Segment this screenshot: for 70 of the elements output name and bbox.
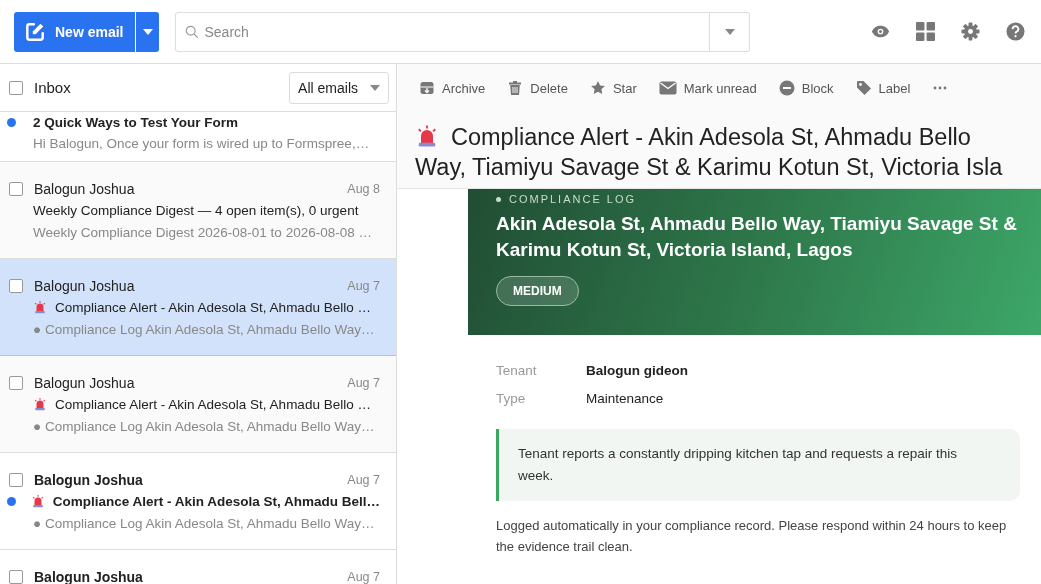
email-checkbox[interactable] bbox=[9, 473, 23, 487]
email-preview: Weekly Compliance Digest 2026-08-01 to 2026-08-08 … bbox=[33, 224, 372, 240]
caret-icon bbox=[370, 84, 380, 91]
field-value: Maintenance bbox=[586, 391, 665, 406]
siren-icon bbox=[30, 494, 45, 508]
footer-text: Logged automatically in your compliance record. Please respond within 24 hours to keep the evidence trail clean. bbox=[496, 517, 1008, 556]
banner-heading: Akin Adesola St, Ahmadu Bello Way, Tiamiyu Savage St & Karimu Kotun St, Victoria Island, Lagos bbox=[496, 212, 1018, 262]
field-label: Tenant bbox=[496, 363, 538, 378]
email-date: Aug 7 bbox=[347, 473, 380, 487]
settings-icon[interactable] bbox=[961, 22, 980, 41]
email-subject: Weekly Compliance Digest — 4 open item(s), 0 urgent bbox=[33, 202, 359, 218]
bullet-icon bbox=[496, 196, 501, 202]
email-list-item[interactable]: Balogun Joshua Aug 8 Weekly Compliance Digest — 4 open item(s), 0 urgent Weekly Compliance Digest 2026-08-01 to 2026-08-08 … bbox=[0, 162, 396, 259]
caret-icon bbox=[143, 28, 153, 35]
sender-name: Balogun Joshua bbox=[34, 181, 135, 197]
grid-icon[interactable] bbox=[916, 22, 935, 41]
block-icon bbox=[778, 80, 795, 96]
help-icon[interactable] bbox=[1006, 22, 1025, 41]
email-subject: Compliance Alert - Akin Adesola St, Ahmadu Bello … bbox=[55, 299, 371, 315]
email-preview: Hi Balogun, Once your form is wired up to Formspree,… bbox=[33, 135, 370, 151]
email-preview: ● Compliance Log Akin Adesola St, Ahmadu Bello Way… bbox=[33, 418, 375, 434]
block-button[interactable]: Block bbox=[778, 80, 834, 96]
email-checkbox[interactable] bbox=[9, 279, 23, 293]
archive-button[interactable]: Archive bbox=[419, 80, 486, 96]
unread-button[interactable]: Mark unread bbox=[658, 80, 757, 96]
email-list-item[interactable]: Balogun Joshua Aug 7 Compliance Alert - Akin Adesola St, Ahmadu Bello … ● Compliance Log Akin Adesola St, Ahmadu Bello Way… bbox=[0, 259, 396, 356]
banner-eyebrow: COMPLIANCE LOG bbox=[509, 193, 637, 205]
archive-icon bbox=[419, 80, 435, 96]
caret-icon bbox=[725, 28, 735, 35]
email-date: Aug 7 bbox=[347, 570, 380, 584]
trash-icon bbox=[507, 80, 524, 96]
email-list-item[interactable]: Balogun Joshua Aug 7 Compliance Alert - Akin Adesola St, Ahmadu Bello … ● Compliance Log Akin Adesola St, Ahmadu Bello Way… bbox=[0, 356, 396, 453]
email-title: Compliance Alert - Akin Adesola St, Ahmadu Bello Way, Tiamiyu Savage St & Karimu Kotun St, Victoria Isla bbox=[415, 123, 1004, 182]
label-button[interactable]: Label bbox=[855, 80, 911, 96]
email-date: Aug 8 bbox=[347, 182, 380, 196]
severity-badge: MEDIUM bbox=[496, 276, 579, 306]
filter-dropdown[interactable]: All emails bbox=[289, 71, 389, 104]
new-email-button[interactable]: New email bbox=[14, 11, 136, 52]
email-checkbox[interactable] bbox=[9, 570, 23, 584]
sender-name: Balogun Joshua bbox=[34, 375, 135, 391]
siren-icon bbox=[33, 300, 47, 314]
email-checkbox[interactable] bbox=[9, 376, 23, 390]
email-subject: Compliance Alert - Akin Adesola St, Ahmadu Bello … bbox=[55, 396, 371, 412]
siren-icon bbox=[415, 124, 439, 148]
field-value: Balogun gideon bbox=[586, 363, 689, 378]
delete-button[interactable]: Delete bbox=[507, 80, 568, 96]
email-date: Aug 7 bbox=[347, 279, 380, 293]
email-checkbox[interactable] bbox=[9, 182, 23, 196]
note-text: Tenant reports a constantly dripping kitchen tap and requests a repair this week. bbox=[496, 429, 1020, 501]
field-label: Type bbox=[496, 391, 527, 406]
sender-name: Balogun Joshua bbox=[34, 569, 143, 584]
tag-icon bbox=[855, 80, 872, 96]
search-field[interactable]: Search bbox=[175, 11, 711, 52]
inbox-title: Inbox bbox=[34, 79, 71, 96]
siren-icon bbox=[33, 397, 47, 411]
star-button[interactable]: Star bbox=[589, 80, 637, 96]
email-subject: 2 Quick Ways to Test Your Form bbox=[33, 114, 239, 130]
email-preview: ● Compliance Log Akin Adesola St, Ahmadu Bello Way… bbox=[33, 321, 375, 337]
select-all-checkbox[interactable] bbox=[9, 80, 23, 95]
compose-menu-button[interactable] bbox=[135, 11, 160, 52]
sender-name: Balogun Joshua bbox=[34, 472, 143, 488]
email-date: Aug 7 bbox=[347, 376, 380, 390]
star-icon bbox=[589, 80, 606, 96]
email-subject: Compliance Alert - Akin Adesola St, Ahmadu Bell… bbox=[52, 493, 380, 509]
email-preview: ● Compliance Log Akin Adesola St, Ahmadu Bello Way… bbox=[33, 515, 375, 531]
envelope-icon bbox=[658, 80, 677, 96]
unread-dot bbox=[7, 117, 16, 127]
sender-name: Balogun Joshua bbox=[34, 278, 135, 294]
compose-icon bbox=[24, 20, 46, 43]
unread-dot bbox=[7, 496, 16, 506]
